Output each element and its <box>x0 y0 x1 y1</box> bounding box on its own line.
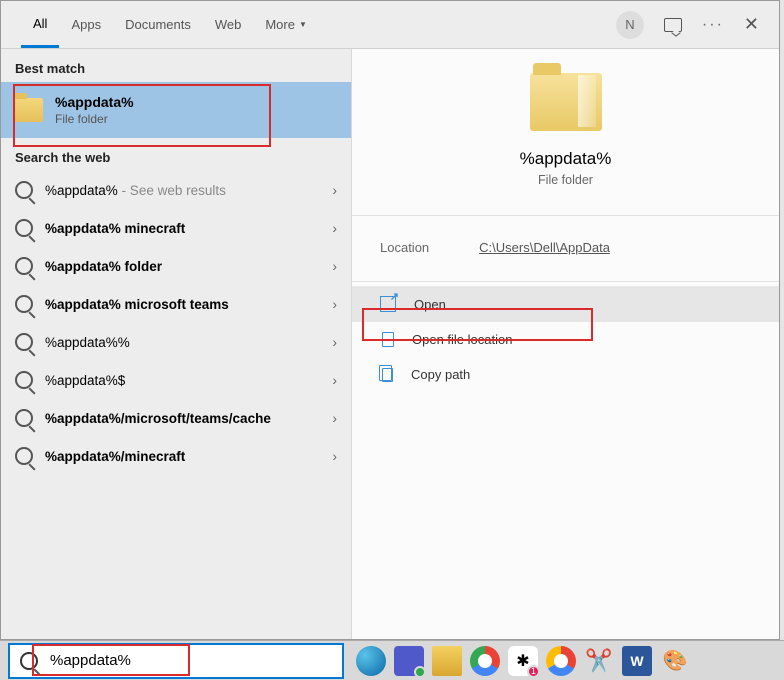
taskbar-apps: ✱1 ✂️ W 🎨 <box>356 646 690 676</box>
search-icon <box>15 181 33 199</box>
best-match-result[interactable]: %appdata% File folder <box>1 82 351 138</box>
filter-tabs: All Apps Documents Web More▼ N ··· ✕ <box>1 1 779 49</box>
tab-web[interactable]: Web <box>203 2 254 48</box>
chevron-right-icon: › <box>332 258 337 274</box>
folder-icon-large <box>530 73 602 131</box>
search-icon <box>15 257 33 275</box>
web-result-text: %appdata%$ <box>45 373 320 388</box>
tab-documents[interactable]: Documents <box>113 2 203 48</box>
web-result[interactable]: %appdata% - See web results › <box>1 171 351 209</box>
chevron-right-icon: › <box>332 182 337 198</box>
best-match-title: %appdata% <box>55 94 134 110</box>
web-result[interactable]: %appdata%% › <box>1 323 351 361</box>
results-column: Best match %appdata% File folder Search … <box>1 49 351 639</box>
chevron-right-icon: › <box>332 296 337 312</box>
search-icon <box>15 409 33 427</box>
search-icon <box>15 219 33 237</box>
web-result-text: %appdata% - See web results <box>45 183 320 198</box>
action-open[interactable]: Open <box>352 286 779 322</box>
chevron-right-icon: › <box>332 372 337 388</box>
web-result-text: %appdata% minecraft <box>45 221 320 236</box>
search-icon <box>15 333 33 351</box>
web-result[interactable]: %appdata%$ › <box>1 361 351 399</box>
chrome-beta-icon[interactable] <box>546 646 576 676</box>
action-copy-path-label: Copy path <box>411 367 470 382</box>
file-explorer-icon[interactable] <box>432 646 462 676</box>
teams-icon[interactable] <box>394 646 424 676</box>
location-label: Location <box>380 240 429 255</box>
snip-icon[interactable]: ✂️ <box>584 646 614 676</box>
open-icon <box>380 296 396 312</box>
location-link[interactable]: C:\Users\Dell\AppData <box>479 240 610 255</box>
web-result-text: %appdata%% <box>45 335 320 350</box>
search-results-panel: All Apps Documents Web More▼ N ··· ✕ Bes… <box>0 0 780 640</box>
search-icon <box>15 371 33 389</box>
search-web-label: Search the web <box>1 138 351 171</box>
action-open-location[interactable]: Open file location <box>352 322 779 357</box>
content-area: Best match %appdata% File folder Search … <box>1 49 779 639</box>
web-result[interactable]: %appdata% folder › <box>1 247 351 285</box>
taskbar-search-box[interactable] <box>8 643 344 679</box>
preview-panel: %appdata% File folder Location C:\Users\… <box>351 49 779 639</box>
web-result[interactable]: %appdata%/minecraft › <box>1 437 351 475</box>
web-result[interactable]: %appdata%/microsoft/teams/cache › <box>1 399 351 437</box>
best-match-subtitle: File folder <box>55 112 134 126</box>
best-match-label: Best match <box>1 49 351 82</box>
web-result-text: %appdata% microsoft teams <box>45 297 320 312</box>
tab-more[interactable]: More▼ <box>253 2 319 48</box>
preview-header: %appdata% File folder <box>352 73 779 216</box>
taskbar: ✱1 ✂️ W 🎨 <box>0 640 784 680</box>
copy-icon <box>382 368 393 382</box>
search-icon <box>20 652 38 670</box>
web-result-text: %appdata%/microsoft/teams/cache <box>45 411 320 426</box>
chevron-right-icon: › <box>332 410 337 426</box>
edge-icon[interactable] <box>356 646 386 676</box>
chevron-right-icon: › <box>332 448 337 464</box>
chevron-right-icon: › <box>332 334 337 350</box>
tab-apps[interactable]: Apps <box>59 2 113 48</box>
close-button[interactable]: ✕ <box>744 14 759 35</box>
tab-all[interactable]: All <box>21 2 59 48</box>
web-result[interactable]: %appdata% microsoft teams › <box>1 285 351 323</box>
chevron-right-icon: › <box>332 220 337 236</box>
slack-icon[interactable]: ✱1 <box>508 646 538 676</box>
action-open-label: Open <box>414 297 446 312</box>
location-row: Location C:\Users\Dell\AppData <box>352 216 779 282</box>
preview-subtitle: File folder <box>372 173 759 187</box>
word-icon[interactable]: W <box>622 646 652 676</box>
user-avatar[interactable]: N <box>616 11 644 39</box>
file-location-icon <box>382 332 394 347</box>
search-icon <box>15 447 33 465</box>
web-result-text: %appdata%/minecraft <box>45 449 320 464</box>
preview-title: %appdata% <box>372 149 759 169</box>
search-icon <box>15 295 33 313</box>
feedback-icon[interactable] <box>664 18 682 32</box>
web-result[interactable]: %appdata% minecraft › <box>1 209 351 247</box>
search-input[interactable] <box>50 652 332 669</box>
web-results-list: %appdata% - See web results › %appdata% … <box>1 171 351 475</box>
action-open-location-label: Open file location <box>412 332 512 347</box>
chrome-icon[interactable] <box>470 646 500 676</box>
folder-icon <box>15 98 43 122</box>
more-options-icon[interactable]: ··· <box>702 16 724 34</box>
chevron-down-icon: ▼ <box>299 20 307 29</box>
web-result-text: %appdata% folder <box>45 259 320 274</box>
action-copy-path[interactable]: Copy path <box>352 357 779 392</box>
paint-icon[interactable]: 🎨 <box>660 646 690 676</box>
